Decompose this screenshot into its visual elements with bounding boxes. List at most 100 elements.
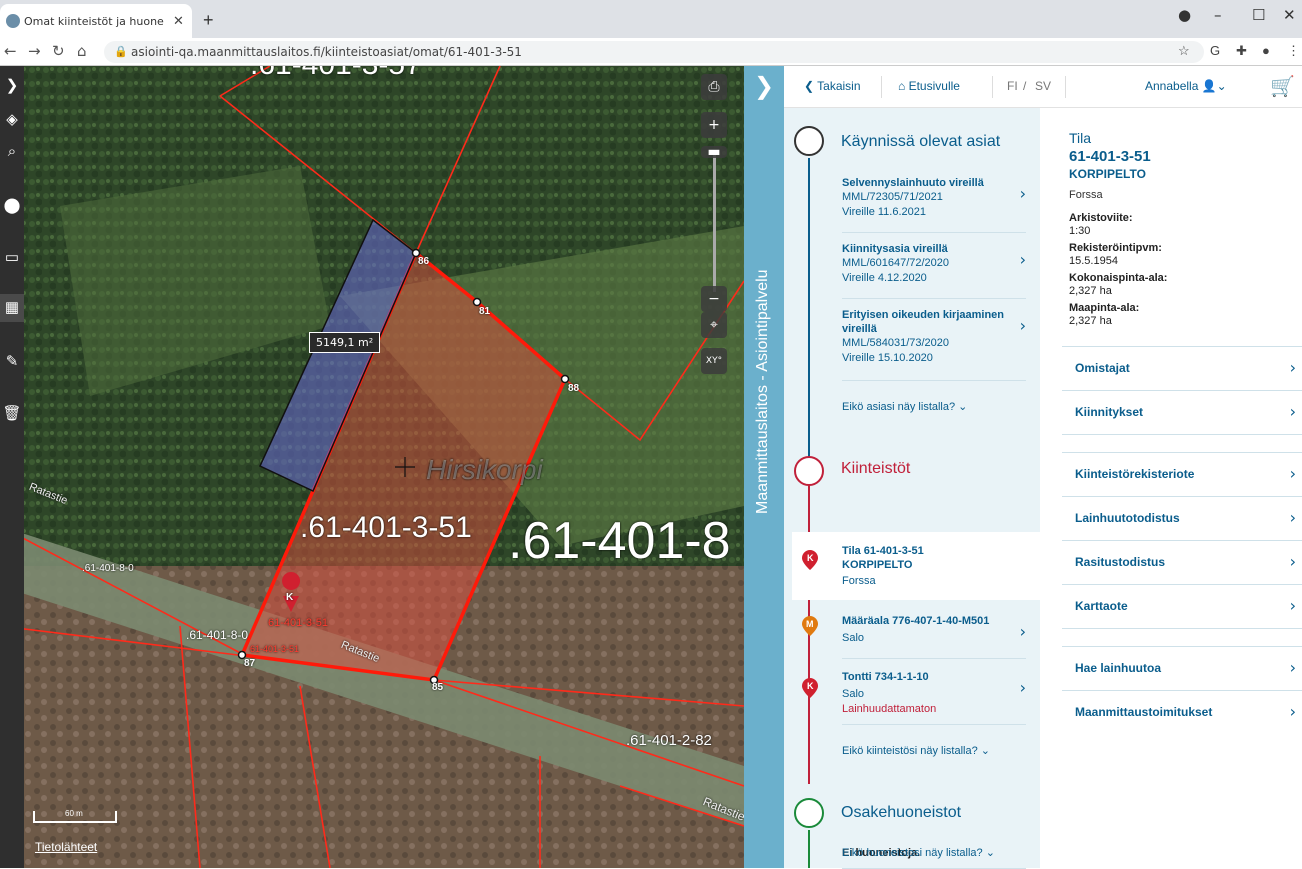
location-pin-icon[interactable]: ⬤: [0, 192, 24, 220]
user-name: Annabella: [1145, 79, 1199, 93]
archive-field: Arkistoviite: 1:30: [1069, 212, 1133, 238]
pin-letter: K: [807, 553, 814, 563]
profile-dot-icon[interactable]: ●: [1178, 6, 1191, 24]
link-surveys[interactable]: Maanmittaustoimitukset ›: [1062, 690, 1302, 734]
link-register-extract[interactable]: Kiinteistörekisteriote ›: [1062, 452, 1302, 496]
timeline-line: [808, 830, 810, 868]
marker-letter[interactable]: K: [286, 592, 293, 603]
detail-name: KORPIPELTO: [1069, 167, 1146, 181]
link-label: Kiinteistörekisteriote: [1075, 467, 1195, 481]
property-town: Salo: [842, 632, 865, 644]
address-bar[interactable]: 🔒 asiointi-qa.maanmittauslaitos.fi/kiint…: [104, 41, 1204, 63]
chevron-right-icon: ›: [1289, 508, 1296, 527]
measure-line-icon[interactable]: ▭: [0, 244, 24, 272]
link-owners[interactable]: Omistajat ›: [1062, 346, 1302, 390]
top-navigation: ❮ Takaisin ⌂ Etusivulle FI / SV Annabell…: [784, 66, 1302, 108]
reload-icon[interactable]: ↻: [52, 42, 65, 60]
extensions-puzzle-icon[interactable]: ✚: [1236, 43, 1247, 59]
bookmark-star-icon[interactable]: ☆: [1178, 43, 1190, 59]
panel-side-strip[interactable]: ❯ Maanmittauslaitos - Asiointipalvelu: [744, 66, 784, 868]
back-arrow-icon[interactable]: ←: [4, 42, 17, 60]
menu-kebab-icon[interactable]: ⋮: [1287, 43, 1300, 59]
profile-icon[interactable]: ●: [1262, 43, 1270, 58]
cart-icon[interactable]: 🛒: [1270, 74, 1295, 99]
lang-fi[interactable]: FI: [1007, 79, 1018, 93]
link-title-certificate[interactable]: Lainhuutotodistus ›: [1062, 496, 1302, 540]
nav-divider: [881, 76, 882, 98]
property-item[interactable]: Tontti 734-1-1-10 Salo Lainhuudattamaton…: [842, 670, 1026, 717]
cases-missing-link[interactable]: Eikö asiasi näy listalla? ⌄: [842, 400, 967, 413]
sources-link[interactable]: Tietolähteet: [35, 840, 97, 854]
delete-icon[interactable]: 🗑: [0, 400, 24, 428]
layers-icon[interactable]: ◈: [0, 106, 24, 134]
browser-toolbar: ← → ↻ ⌂ 🔒 asiointi-qa.maanmittauslaitos.…: [0, 38, 1302, 66]
locate-me-icon[interactable]: ⌖: [701, 312, 727, 338]
service-panel: ❮ Takaisin ⌂ Etusivulle FI / SV Annabell…: [784, 66, 1302, 869]
point-label: 81: [479, 306, 491, 317]
properties-missing-link[interactable]: Eikö kiinteistösi näy listalla? ⌄: [842, 744, 990, 757]
link-apply-title[interactable]: Hae lainhuutoa ›: [1062, 646, 1302, 690]
lang-separator: /: [1023, 79, 1027, 93]
property-item[interactable]: Määräala 776-407-1-40-M501 Salo ›: [842, 614, 1026, 646]
detail-town: Forssa: [1069, 189, 1103, 201]
pin-letter: K: [807, 681, 814, 691]
total-area-value: 2,327 ha: [1069, 285, 1112, 297]
expand-toolbar-icon[interactable]: ❯: [0, 72, 24, 100]
zoom-slider-track[interactable]: [713, 152, 716, 292]
area-measure-label: 5149,1 m²: [309, 332, 381, 353]
measure-area-icon[interactable]: ▦: [0, 294, 24, 322]
user-menu[interactable]: Annabella 👤⌄: [1145, 79, 1227, 93]
case-item[interactable]: Selvennyslainhuuto vireillä MML/72305/71…: [842, 176, 1026, 220]
browser-tab[interactable]: Omat kiinteistöt ja huoneistot - M ✕: [0, 4, 192, 38]
link-mortgages[interactable]: Kiinnitykset ›: [1062, 390, 1302, 434]
grammar-extension-icon[interactable]: G: [1210, 43, 1220, 58]
detail-kind: Tila: [1069, 130, 1092, 146]
chevron-right-icon: ›: [1289, 658, 1296, 677]
link-encumbrance-certificate[interactable]: Rasitustodistus ›: [1062, 540, 1302, 584]
archive-label: Arkistoviite:: [1069, 212, 1133, 224]
chevron-right-icon: ›: [1289, 402, 1296, 421]
case-item[interactable]: Kiinnitysasia vireillä MML/601647/72/202…: [842, 242, 1026, 286]
land-area-label: Maapinta-ala:: [1069, 302, 1140, 314]
chevron-right-icon: ›: [1019, 250, 1026, 269]
zoom-out-button[interactable]: −: [701, 286, 727, 312]
case-date: Vireille 11.6.2021: [842, 206, 926, 218]
site-favicon-icon: [6, 14, 20, 28]
case-item[interactable]: Erityisen oikeuden kirjaaminen vireillä …: [842, 308, 1026, 366]
forward-arrow-icon[interactable]: →: [28, 42, 41, 60]
home-icon[interactable]: ⌂: [77, 42, 87, 60]
url-text: asiointi-qa.maanmittauslaitos.fi/kiintei…: [131, 45, 522, 59]
land-area-value: 2,327 ha: [1069, 315, 1112, 327]
divider: [842, 232, 1026, 233]
new-tab-button[interactable]: +: [203, 10, 214, 31]
nav-divider: [1065, 76, 1066, 98]
close-tab-icon[interactable]: ✕: [173, 13, 184, 29]
apartments-missing-link[interactable]: Eikö huoneistosi näy listalla? ⌄: [842, 846, 995, 859]
parcel-small-label: .61-401-8-0: [82, 563, 134, 574]
user-icon: 👤⌄: [1201, 79, 1227, 93]
zoom-slider-handle[interactable]: ▬: [701, 145, 727, 159]
minimize-icon[interactable]: –: [1214, 6, 1222, 24]
house-icon: [794, 456, 824, 486]
link-map-extract[interactable]: Karttaote ›: [1062, 584, 1302, 628]
maximize-icon[interactable]: ☐: [1252, 6, 1265, 24]
zoom-in-button[interactable]: +: [701, 112, 727, 138]
tab-title: Omat kiinteistöt ja huoneistot - M: [24, 15, 164, 28]
print-icon[interactable]: ⎙: [701, 74, 727, 100]
property-item[interactable]: Tila 61-401-3-51 KORPIPELTO Forssa: [842, 544, 1026, 589]
home-link[interactable]: ⌂ Etusivulle: [898, 79, 960, 93]
property-note: Lainhuudattamaton: [842, 703, 937, 715]
back-link[interactable]: ❮ Takaisin: [804, 79, 861, 93]
search-icon[interactable]: ⌕: [0, 138, 24, 166]
close-window-icon[interactable]: ✕: [1283, 6, 1296, 24]
chevron-right-icon: ›: [1289, 702, 1296, 721]
property-town: Salo: [842, 688, 865, 700]
coordinates-button[interactable]: XY°: [701, 348, 727, 374]
parcel-small-label: 61-401-3-51: [250, 644, 300, 654]
collapse-panel-icon[interactable]: ❯: [754, 72, 774, 100]
chevron-right-icon: ›: [1289, 358, 1296, 377]
draw-icon[interactable]: ✎: [0, 348, 24, 376]
links-group-divider: [1062, 628, 1302, 646]
map-view[interactable]: ❯ ◈ ⌕ ⬤ ▭ ▦ ✎ 🗑 ⎙ + ▬ − ⌖ XY° 5149,1 m² …: [0, 66, 744, 868]
lang-sv[interactable]: SV: [1035, 79, 1051, 93]
